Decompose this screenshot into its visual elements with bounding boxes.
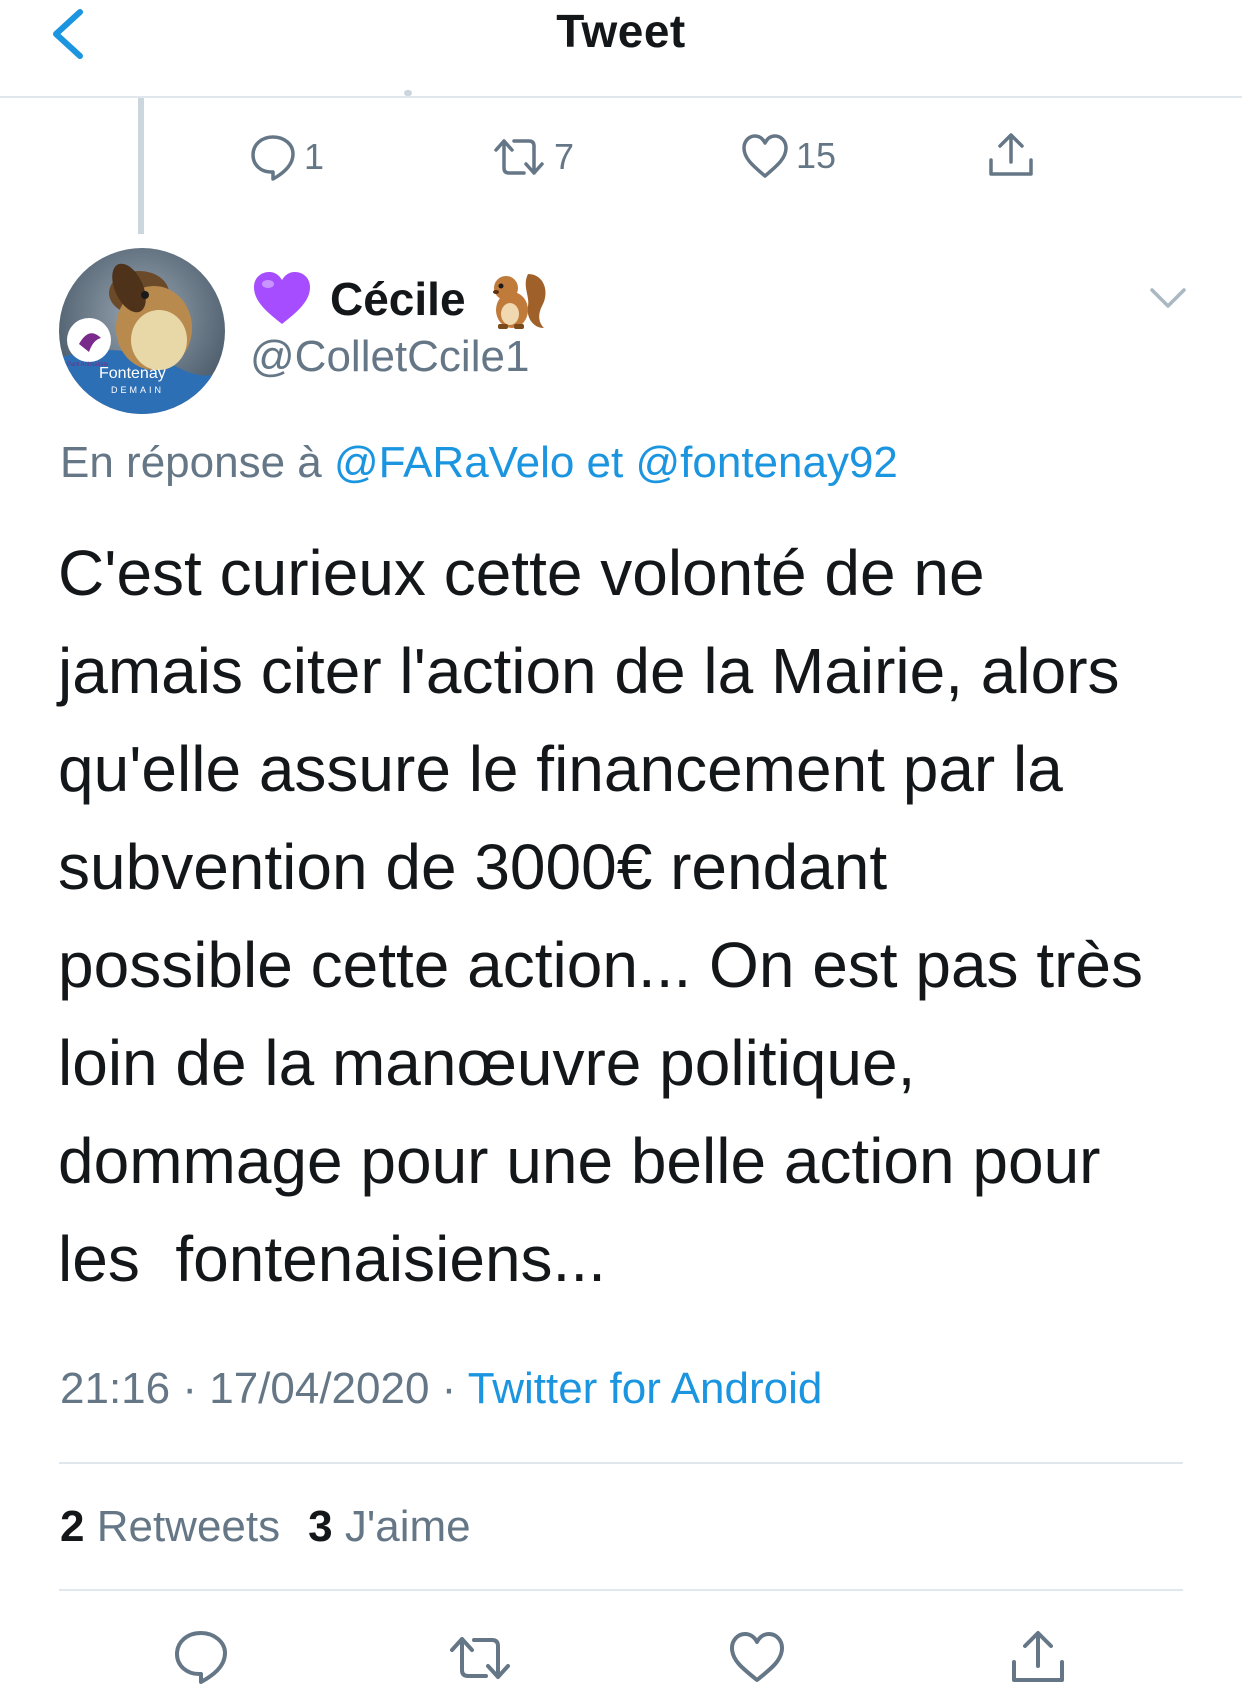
retweets-stat[interactable]: 2 Retweets: [60, 1502, 280, 1551]
prev-reply-count: 1: [304, 136, 325, 177]
retweet-arrows-icon[interactable]: [446, 1630, 514, 1686]
divider: [59, 1462, 1183, 1464]
tweet-text: C'est curieux cette volonté de ne jamais…: [58, 537, 1143, 1295]
purple-heart-emoji-icon: [254, 272, 310, 324]
clipped-text-fragment: [404, 90, 412, 96]
reply-user-fontenay92-link[interactable]: @fontenay92: [635, 438, 897, 487]
prev-like-count: 15: [796, 135, 837, 176]
reply-user-faravelo-link[interactable]: @FARaVelo: [334, 438, 574, 487]
retweet-label: Retweets: [84, 1502, 281, 1551]
retweet-arrows-icon: [494, 139, 544, 175]
tweet-date: 17/04/2020: [209, 1364, 430, 1413]
speech-bubble-icon: [251, 135, 295, 181]
avatar-subtext: DEMAIN: [111, 385, 164, 395]
avatar-small-text: Parti Animaliste: [67, 362, 109, 368]
tweet-time: 21:16: [60, 1364, 171, 1413]
prev-retweet-count: 7: [554, 136, 575, 177]
author-name-row[interactable]: Cécile: [252, 266, 552, 332]
upload-share-icon[interactable]: [1008, 1628, 1068, 1688]
avatar[interactable]: Fontenay DEMAIN Parti Animaliste: [59, 248, 225, 414]
like-label: J'aime: [332, 1502, 471, 1551]
heart-outline-icon: [742, 134, 788, 178]
tweet-meta: 21:16 · 17/04/2020 · Twitter for Android: [60, 1364, 822, 1414]
prev-like-button[interactable]: 15: [740, 132, 836, 180]
reply-speech-bubble-icon[interactable]: [172, 1628, 230, 1686]
author-name: Cécile: [330, 273, 466, 325]
retweet-count: 2: [60, 1502, 85, 1551]
tweet-source-link[interactable]: Twitter for Android: [468, 1364, 823, 1413]
meta-separator: ·: [170, 1364, 210, 1413]
author-handle[interactable]: @ColletCcile1: [250, 332, 529, 382]
avatar-image: Fontenay DEMAIN Parti Animaliste: [59, 248, 225, 414]
engagement-stats: 2 Retweets 3 J'aime: [60, 1502, 471, 1552]
thread-connector-line: [138, 98, 144, 234]
reply-prefix: En réponse à: [60, 438, 334, 487]
upload-share-icon[interactable]: [985, 130, 1037, 182]
divider: [59, 1589, 1183, 1591]
like-count: 3: [308, 1502, 333, 1551]
reply-and-text: et: [574, 438, 636, 487]
avatar-text: Fontenay: [99, 365, 166, 382]
reply-to-line: En réponse à @FARaVelo et @fontenay92: [60, 438, 898, 488]
chevron-down-icon[interactable]: [1146, 283, 1190, 313]
chipmunk-emoji-icon: [492, 274, 546, 329]
prev-retweet-button[interactable]: 7: [490, 132, 574, 182]
meta-separator: ·: [429, 1364, 468, 1413]
page-title: Tweet: [556, 5, 686, 57]
likes-stat[interactable]: 3 J'aime: [308, 1502, 470, 1551]
prev-reply-button[interactable]: 1: [248, 132, 324, 182]
like-heart-outline-icon[interactable]: [728, 1630, 786, 1684]
